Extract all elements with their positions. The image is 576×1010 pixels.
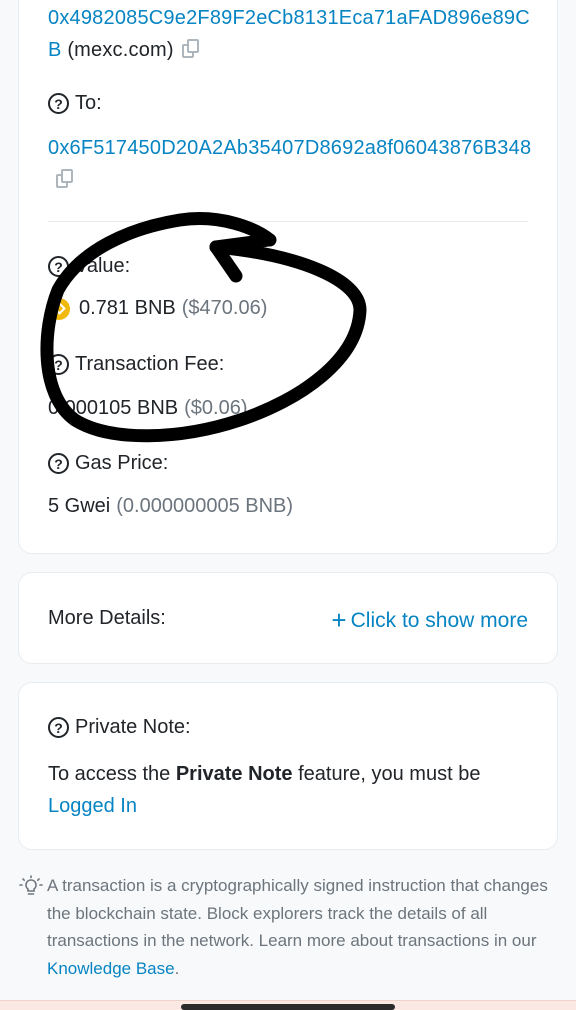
- transaction-fee-label-text: Transaction Fee:: [75, 353, 225, 375]
- value-bnb: 0.781 BNB: [79, 297, 176, 319]
- question-circle-icon[interactable]: ?: [48, 93, 69, 114]
- to-label-text: To:: [75, 92, 102, 114]
- note-text-before: To access the: [48, 763, 176, 785]
- transaction-fee-amount: 0.000105 BNB ($0.06): [48, 397, 247, 420]
- fee-bnb: 0.000105 BNB: [48, 397, 179, 419]
- footer-text: A transaction is a cryptographically sig…: [47, 876, 548, 950]
- question-circle-icon[interactable]: ?: [48, 453, 69, 474]
- transaction-info-footer: A transaction is a cryptographically sig…: [18, 872, 563, 982]
- footer-paragraph: A transaction is a cryptographically sig…: [47, 872, 563, 982]
- fee-usd: ($0.06): [184, 397, 248, 419]
- to-address-link[interactable]: 0x6F517450D20A2Ab35407D8692a8f06043876B3…: [48, 137, 531, 159]
- footer-end: .: [174, 958, 180, 978]
- gas-price-amount: 5 Gwei (0.000000005 BNB): [48, 495, 293, 518]
- from-address-tag: (mexc.com): [67, 39, 174, 61]
- private-note-text: To access the Private Note feature, you …: [48, 758, 528, 822]
- more-details-label: More Details:: [48, 607, 166, 629]
- section-divider: [48, 221, 528, 222]
- bnb-icon: [48, 297, 70, 320]
- private-note-label: ? Private Note:: [48, 716, 191, 739]
- gas-price-label: ? Gas Price:: [48, 452, 168, 475]
- question-circle-icon[interactable]: ?: [48, 717, 69, 738]
- from-address: 0x4982085C9e2F89F2eCb8131Eca71aFAD896e89…: [48, 2, 538, 66]
- gas-price-label-text: Gas Price:: [75, 452, 169, 474]
- lightbulb-icon: [19, 875, 43, 895]
- transaction-details-page: 0x4982085C9e2F89F2eCb8131Eca71aFAD896e89…: [0, 0, 576, 1010]
- gas-bnb: (0.000000005 BNB): [116, 495, 294, 517]
- plus-icon: +: [331, 605, 347, 635]
- gas-gwei: 5 Gwei: [48, 495, 111, 517]
- knowledge-base-link[interactable]: Knowledge Base: [47, 959, 175, 978]
- question-circle-icon[interactable]: ?: [48, 354, 69, 375]
- to-label: ? To:: [48, 92, 102, 115]
- home-indicator[interactable]: [181, 1004, 395, 1010]
- to-address: 0x6F517450D20A2Ab35407D8692a8f06043876B3…: [48, 132, 538, 196]
- show-more-label: Click to show more: [350, 609, 528, 632]
- private-note-label-text: Private Note:: [75, 716, 191, 738]
- value-label: ? Value:: [48, 255, 130, 278]
- value-label-text: Value:: [75, 255, 131, 277]
- value-usd: ($470.06): [181, 297, 268, 319]
- copy-icon[interactable]: [56, 169, 74, 189]
- note-feature-name: Private Note: [175, 763, 293, 785]
- transaction-fee-label: ? Transaction Fee:: [48, 353, 224, 376]
- copy-icon[interactable]: [181, 39, 200, 59]
- login-link[interactable]: Logged In: [48, 795, 137, 817]
- value-amount: 0.781 BNB ($470.06): [48, 297, 267, 320]
- show-more-button[interactable]: + Click to show more: [331, 605, 528, 636]
- question-circle-icon[interactable]: ?: [48, 256, 69, 277]
- note-text-after: feature, you must be: [292, 763, 481, 785]
